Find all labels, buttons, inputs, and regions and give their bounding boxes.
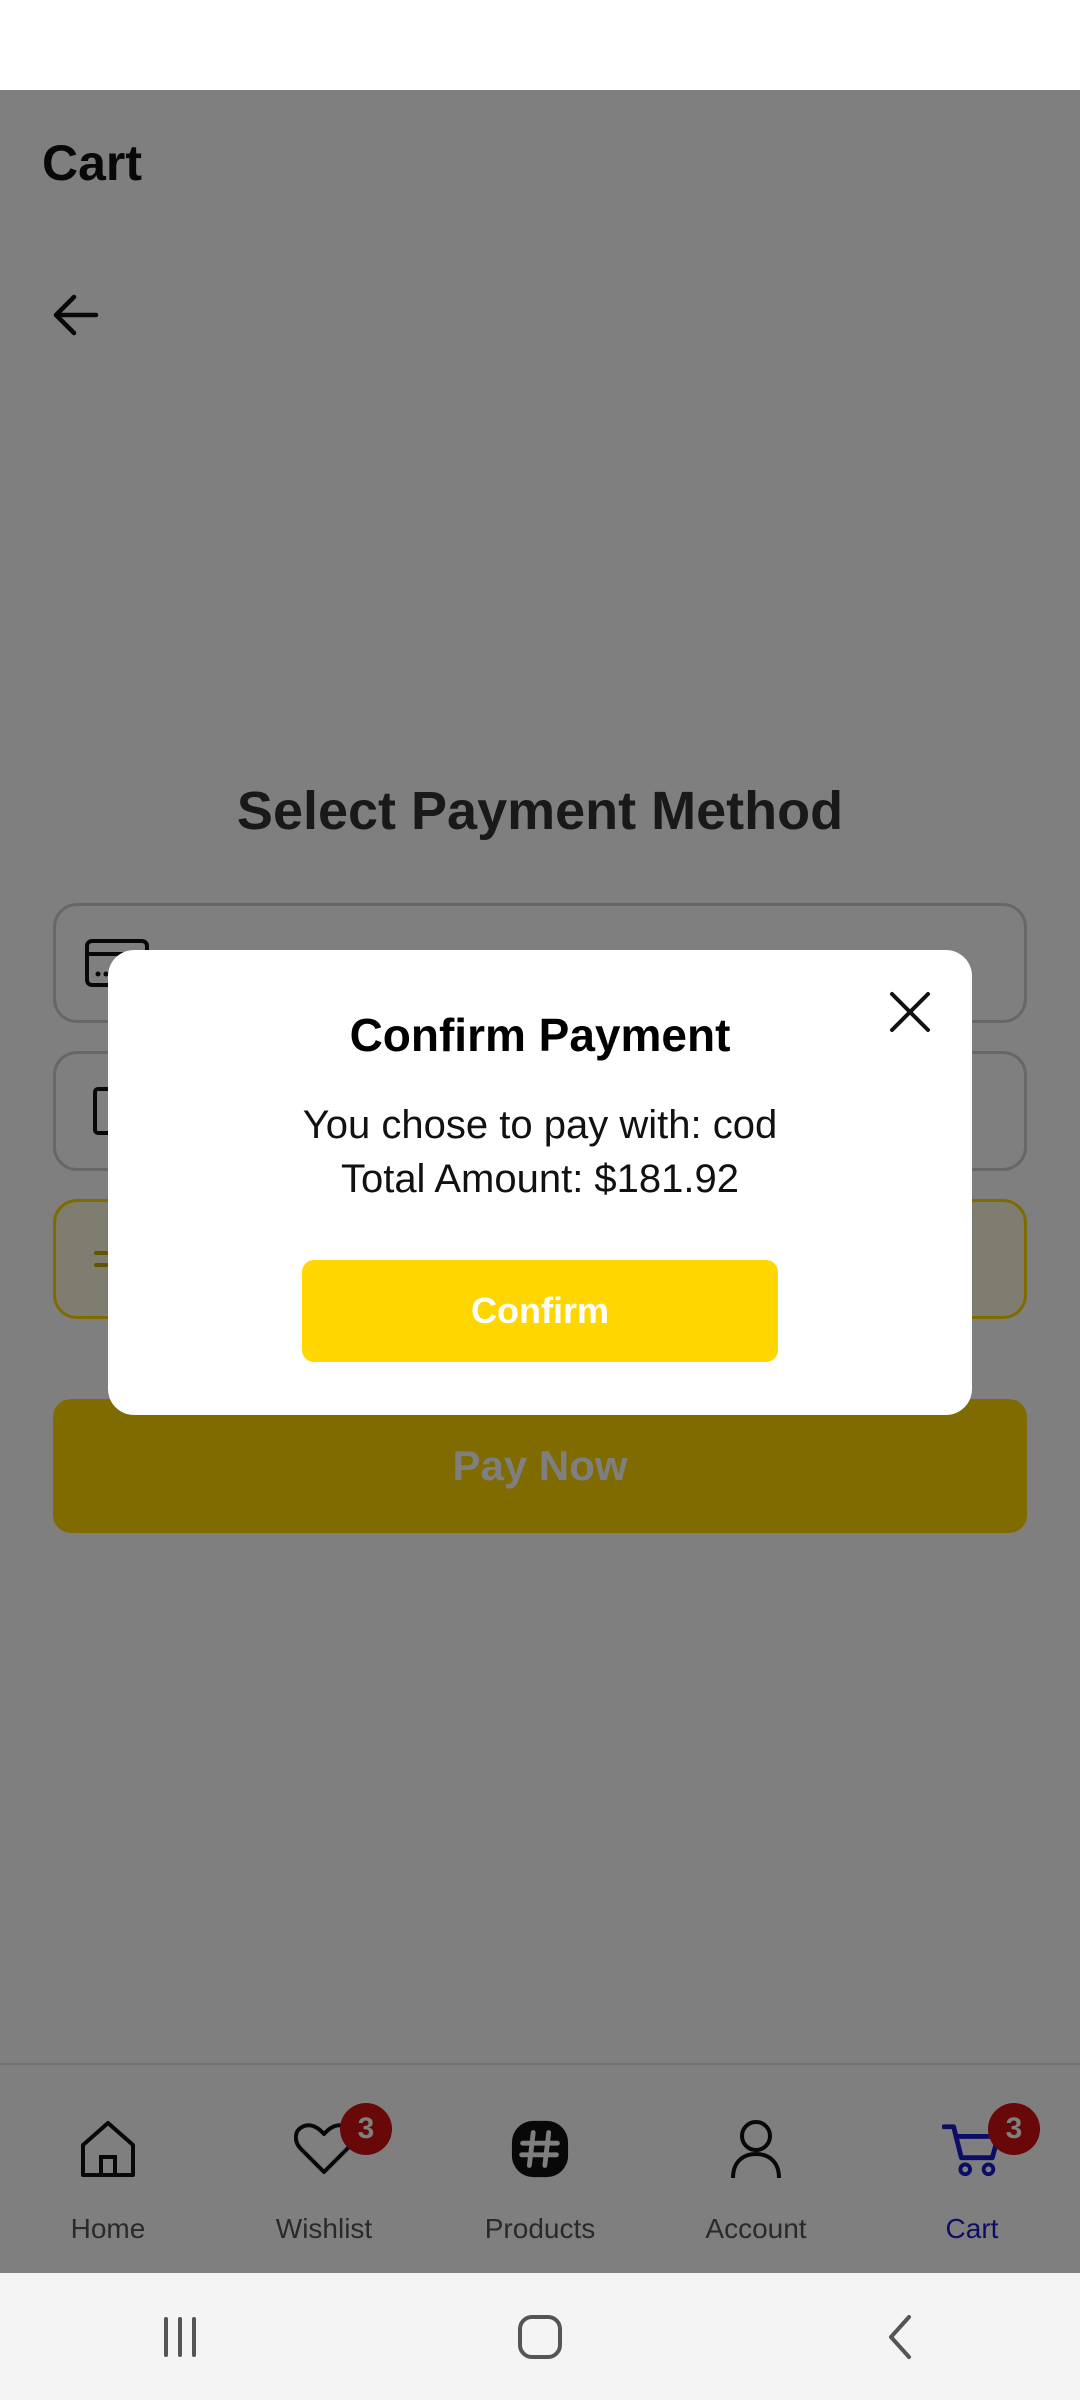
back-system-button[interactable] <box>840 2287 960 2387</box>
home-square-icon <box>518 2314 562 2359</box>
recent-apps-button[interactable] <box>120 2287 240 2387</box>
payment-method-text: You chose to pay with: cod <box>302 1103 778 1147</box>
screen: Cart Select Payment Method <box>0 0 1080 2400</box>
home-system-button[interactable] <box>480 2287 600 2387</box>
confirm-payment-dialog: Confirm Payment You chose to pay with: c… <box>108 950 972 1415</box>
total-amount-text: Total Amount: $181.92 <box>340 1157 740 1201</box>
dialog-title: Confirm Payment <box>349 1009 731 1061</box>
system-nav-bar <box>0 2273 1080 2400</box>
recent-apps-icon <box>164 2316 196 2357</box>
confirm-button[interactable]: Confirm <box>302 1260 778 1362</box>
chevron-left-icon <box>889 2314 911 2359</box>
status-bar <box>0 0 1080 90</box>
